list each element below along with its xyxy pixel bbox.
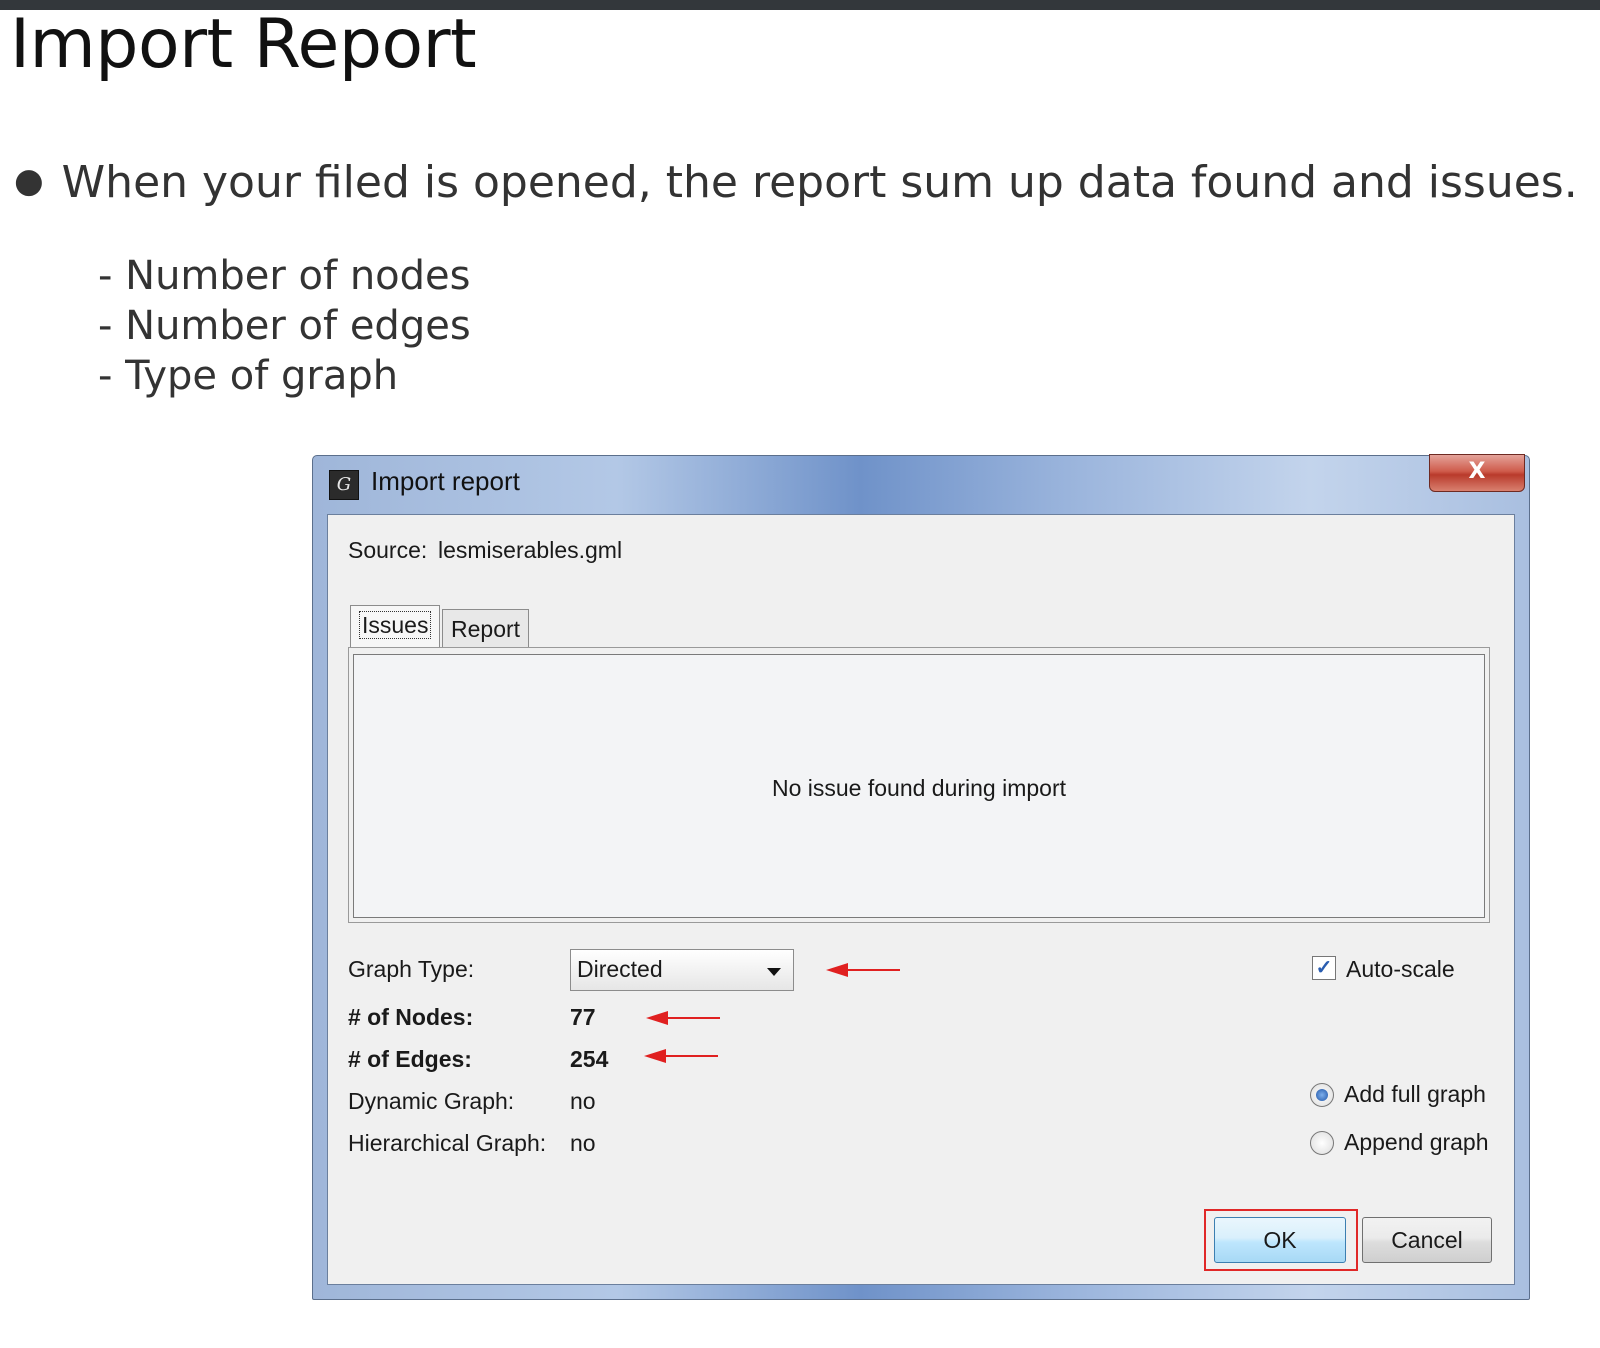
append-graph-label: Append graph — [1344, 1129, 1489, 1155]
annotation-arrow-icon — [826, 960, 900, 980]
bullet-text: When your filed is opened, the report su… — [61, 157, 1578, 208]
bullet-icon: ● — [14, 161, 44, 201]
tab-issues-label: Issues — [359, 611, 432, 639]
auto-scale-label: Auto-scale — [1346, 956, 1455, 982]
import-report-dialog: G Import report X Source: lesmiserables.… — [312, 454, 1530, 1300]
gephi-app-icon: G — [329, 470, 359, 500]
bullet-text-line: ● When your filed is opened, the report s… — [14, 157, 1578, 208]
graph-type-value: Directed — [577, 956, 663, 982]
issues-list: No issue found during import — [353, 654, 1485, 918]
graph-type-select[interactable]: Directed — [570, 949, 794, 991]
edges-label: # of Edges: — [348, 1046, 472, 1072]
chevron-down-icon — [767, 968, 781, 976]
edges-value: 254 — [570, 1046, 609, 1072]
ok-button[interactable]: OK — [1214, 1217, 1346, 1263]
sub-bullet-item: - Type of graph — [98, 353, 399, 399]
close-button[interactable]: X — [1429, 454, 1525, 492]
issues-panel: No issue found during import — [348, 647, 1490, 923]
add-full-graph-radio[interactable] — [1310, 1083, 1334, 1107]
annotation-arrow-icon — [644, 1046, 718, 1066]
tab-report-label: Report — [451, 616, 521, 642]
close-icon: X — [1468, 459, 1486, 484]
dynamic-graph-value: no — [570, 1088, 596, 1114]
source-label: Source: — [348, 537, 428, 563]
nodes-value: 77 — [570, 1004, 596, 1030]
tab-report[interactable]: Report — [442, 609, 530, 649]
graph-type-label: Graph Type: — [348, 956, 475, 982]
issues-message: No issue found during import — [771, 775, 1067, 801]
add-full-graph-label: Add full graph — [1344, 1081, 1486, 1107]
dialog-title: Import report — [371, 466, 520, 496]
checkmark-icon: ✓ — [1315, 957, 1333, 979]
tab-issues[interactable]: Issues — [350, 605, 441, 649]
dialog-content: Source: lesmiserables.gml Issues Report … — [327, 514, 1515, 1285]
dialog-titlebar[interactable]: G Import report X — [313, 454, 1529, 514]
hierarchical-graph-value: no — [570, 1130, 596, 1156]
nodes-label: # of Nodes: — [348, 1004, 474, 1030]
sub-bullet-item: - Number of nodes — [98, 253, 471, 299]
cancel-button[interactable]: Cancel — [1362, 1217, 1492, 1263]
annotation-arrow-icon — [646, 1008, 720, 1028]
source-filename: lesmiserables.gml — [438, 537, 623, 563]
slide-title: Import Report — [10, 5, 477, 84]
append-graph-radio[interactable] — [1310, 1131, 1334, 1155]
sub-bullet-list: - Number of nodes - Number of edges - Ty… — [98, 252, 471, 402]
sub-bullet-item: - Number of edges — [98, 303, 471, 349]
dynamic-graph-label: Dynamic Graph: — [348, 1088, 515, 1114]
auto-scale-checkbox[interactable]: ✓ — [1312, 956, 1336, 980]
hierarchical-graph-label: Hierarchical Graph: — [348, 1130, 547, 1156]
